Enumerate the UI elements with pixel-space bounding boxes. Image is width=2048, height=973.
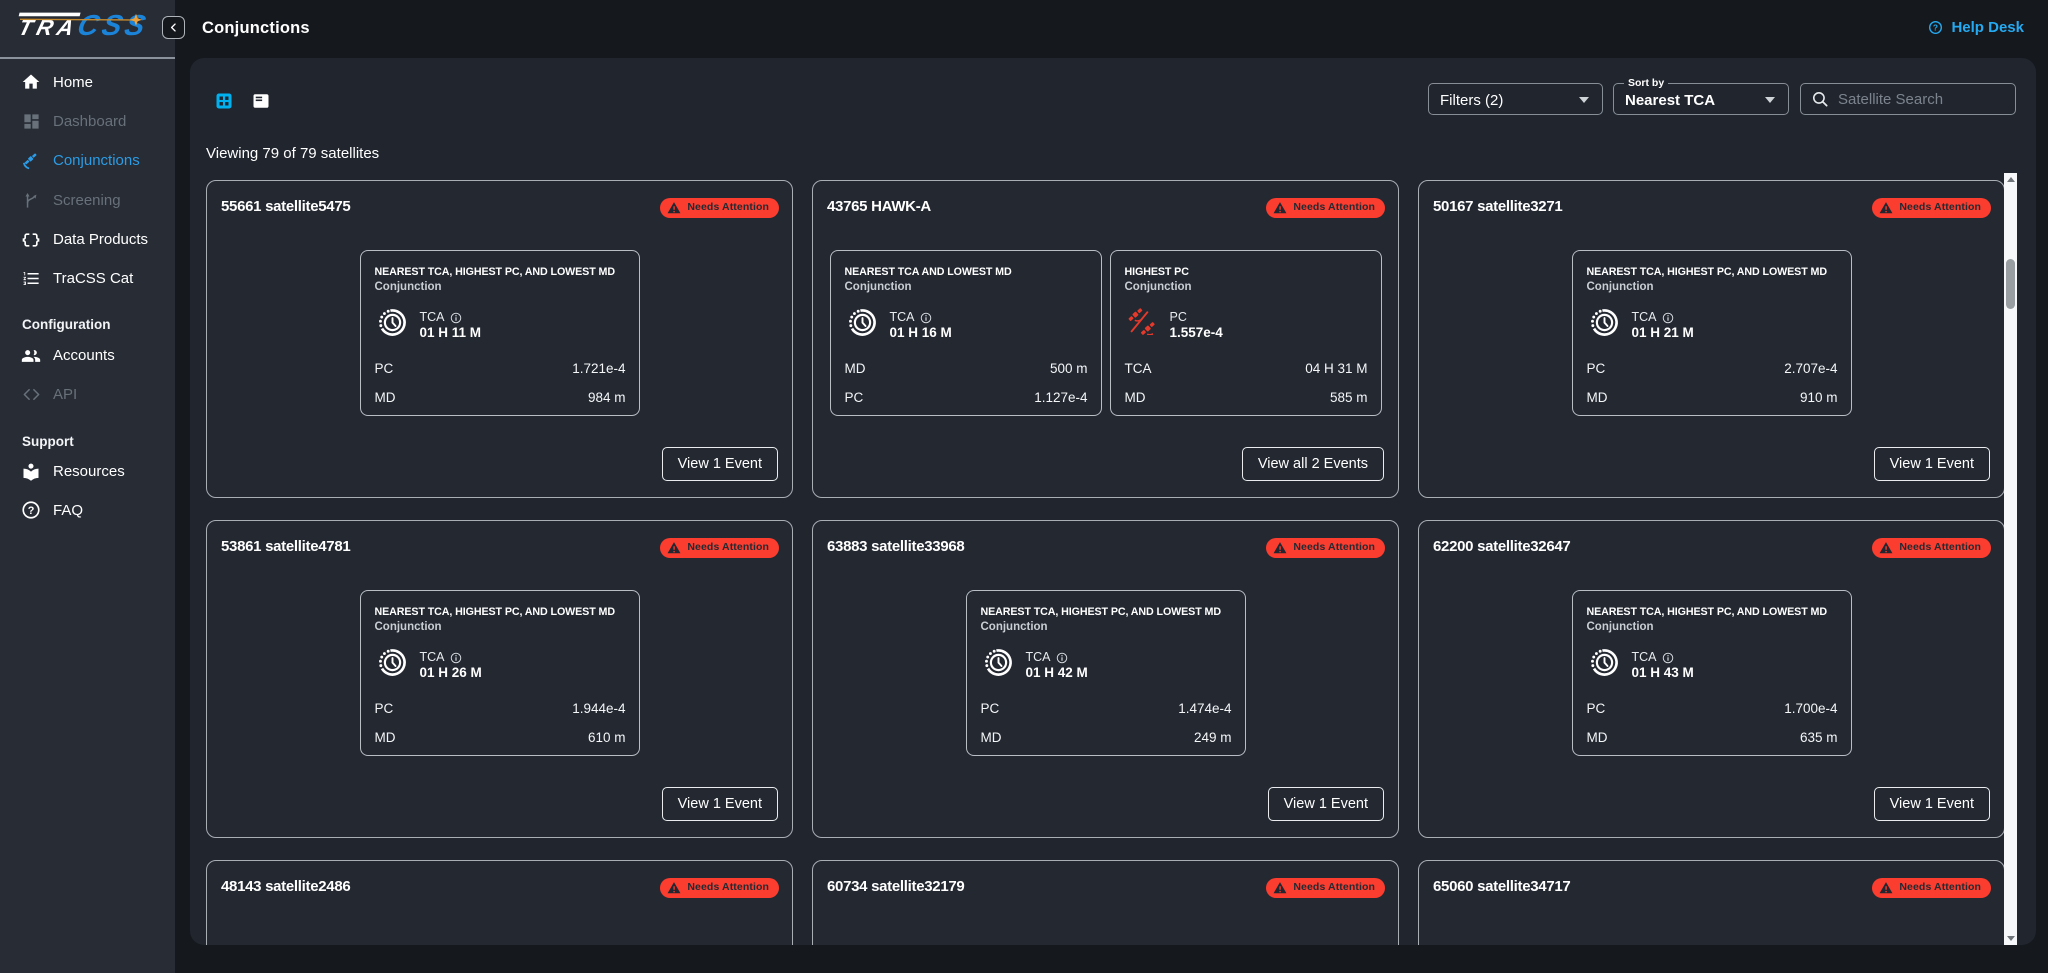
svg-text:?: ? bbox=[1933, 23, 1938, 33]
svg-text:CSS: CSS bbox=[74, 9, 152, 41]
svg-text:?: ? bbox=[28, 505, 35, 517]
